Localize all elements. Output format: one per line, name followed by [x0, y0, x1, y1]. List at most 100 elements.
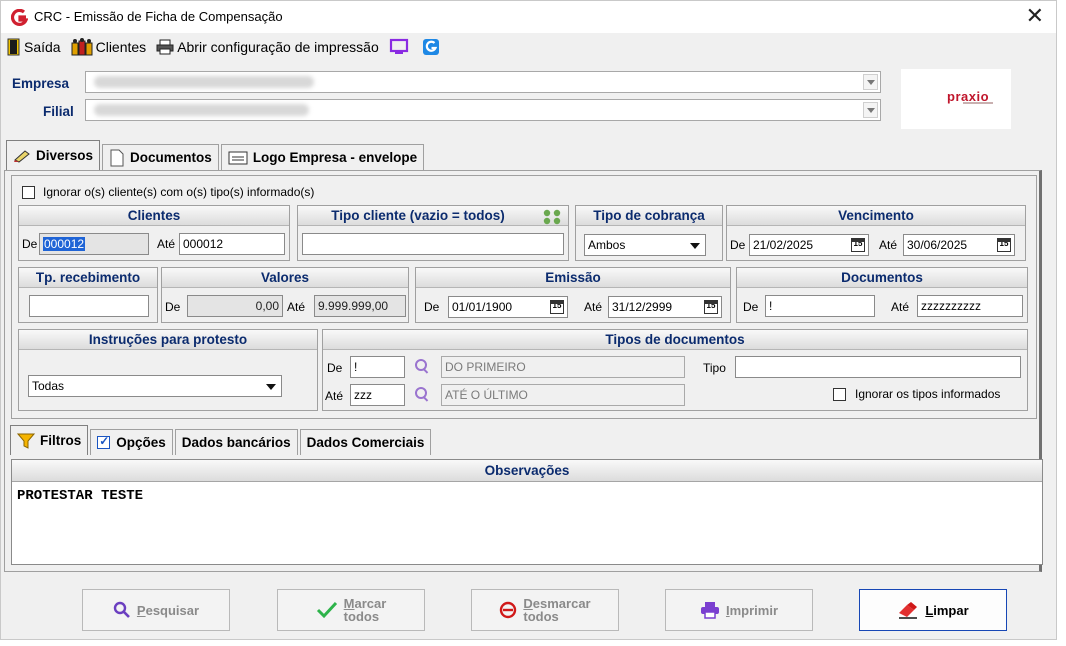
tab-diversos[interactable]: Diversos	[6, 140, 101, 170]
g-app-button[interactable]	[422, 38, 443, 56]
print-config-button[interactable]: Abrir configuração de impressão	[156, 39, 379, 55]
tipos-documentos-group: Tipos de documentos De ! DO PRIMEIRO Até…	[322, 329, 1028, 411]
valores-de-input[interactable]: 0,00	[187, 295, 283, 317]
tipo-cobranca-select[interactable]: Ambos	[584, 234, 706, 256]
tab-label: Dados Comerciais	[306, 435, 425, 450]
tipo-cliente-title: Tipo cliente (vazio = todos)	[331, 208, 505, 223]
desmarcar-todos-button[interactable]: Desmarcar todos	[471, 589, 619, 631]
tab-opcoes[interactable]: Opções	[90, 429, 173, 455]
exit-door-icon	[7, 38, 20, 56]
emissao-ate-label: Até	[584, 300, 603, 314]
printer-icon	[700, 602, 719, 619]
top-tab-bar: Diversos Documentos Logo Empresa - envel…	[6, 140, 426, 170]
valores-header: Valores	[162, 268, 408, 288]
clientes-de-value: 000012	[43, 237, 86, 251]
chevron-down-icon[interactable]	[863, 102, 878, 118]
ignore-types-checkbox[interactable]	[833, 388, 846, 401]
exit-label: Saída	[24, 39, 61, 55]
desmarcar-todos-label: Desmarcar todos	[523, 596, 591, 624]
emissao-ate-input[interactable]: 31/12/2999 15	[608, 296, 722, 318]
exit-button[interactable]: Saída	[7, 38, 61, 56]
documentos-header: Documentos	[737, 268, 1027, 288]
marcar-todos-label: Marcar todos	[343, 596, 387, 624]
imprimir-button[interactable]: Imprimir	[665, 589, 813, 631]
tab-filtros[interactable]: Filtros	[10, 425, 89, 455]
tab-dados-comerciais[interactable]: Dados Comerciais	[299, 429, 432, 455]
instrucoes-header: Instruções para protesto	[19, 330, 317, 350]
clientes-de-input[interactable]: 000012	[39, 233, 149, 255]
calendar-icon[interactable]: 15	[851, 238, 865, 252]
close-icon[interactable]: ✕	[1026, 4, 1044, 28]
tipo-cliente-group: Tipo cliente (vazio = todos)	[297, 205, 569, 261]
window-title: CRC - Emissão de Ficha de Compensação	[34, 9, 283, 24]
g-logo-icon	[422, 39, 439, 55]
clientes-group: Clientes De 000012 Até 000012	[18, 205, 290, 261]
filial-blurred-value	[94, 104, 309, 116]
emissao-de-input[interactable]: 01/01/1900 15	[448, 296, 568, 318]
documentos-de-input[interactable]: !	[765, 295, 875, 317]
tipos-ate-description: ATÉ O ÚLTIMO	[441, 384, 685, 406]
documentos-group: Documentos De ! Até zzzzzzzzzz	[736, 267, 1028, 323]
tipo-cliente-header: Tipo cliente (vazio = todos)	[298, 206, 568, 226]
chevron-down-icon[interactable]	[687, 237, 703, 253]
tab-documentos[interactable]: Documentos	[102, 144, 219, 170]
tp-recebimento-input[interactable]	[29, 295, 149, 317]
documentos-ate-label: Até	[891, 300, 910, 314]
monitor-icon	[389, 38, 408, 54]
eraser-icon	[899, 602, 918, 619]
pesquisar-button[interactable]: Pesquisar	[82, 589, 230, 631]
calendar-icon[interactable]: 15	[704, 300, 718, 314]
limpar-button[interactable]: Limpar	[859, 589, 1007, 631]
ignore-clients-checkbox[interactable]	[22, 186, 35, 199]
app-logo-icon	[11, 9, 28, 26]
imprimir-label: Imprimir	[725, 602, 779, 618]
tipo-cobranca-header: Tipo de cobrança	[576, 206, 722, 226]
tab-label: Diversos	[36, 148, 94, 163]
observacoes-panel[interactable]: Observações PROTESTAR TESTE	[11, 459, 1043, 565]
filial-select[interactable]	[85, 99, 881, 121]
empresa-select[interactable]	[85, 71, 881, 93]
tipos-de-input[interactable]: !	[350, 356, 405, 378]
empresa-blurred-value	[94, 76, 314, 88]
tipos-ate-input[interactable]: zzz	[350, 384, 405, 406]
tab-dados-bancarios[interactable]: Dados bancários	[174, 429, 298, 455]
title-bar: CRC - Emissão de Ficha de Compensação ✕	[1, 1, 1056, 33]
clients-icon	[71, 38, 93, 56]
vencimento-ate-input[interactable]: 30/06/2025 15	[903, 234, 1015, 256]
valores-ate-input[interactable]: 9.999.999,00	[314, 295, 406, 317]
main-window: CRC - Emissão de Ficha de Compensação ✕ …	[0, 0, 1057, 640]
tab-logo-empresa-envelope[interactable]: Logo Empresa - envelope	[220, 144, 425, 170]
search-icon[interactable]	[415, 387, 429, 401]
search-icon[interactable]	[415, 359, 429, 373]
pesquisar-label: Pesquisar	[136, 602, 200, 618]
emissao-ate-value: 31/12/2999	[612, 300, 673, 314]
chevron-down-icon[interactable]	[863, 74, 878, 90]
calendar-icon[interactable]: 15	[550, 300, 564, 314]
observacoes-text[interactable]: PROTESTAR TESTE	[17, 488, 143, 504]
documentos-ate-input[interactable]: zzzzzzzzzz	[917, 295, 1023, 317]
limpar-label: Limpar	[925, 602, 969, 618]
vencimento-de-input[interactable]: 21/02/2025 15	[749, 234, 869, 256]
tipo-cliente-input[interactable]	[302, 233, 564, 255]
clientes-ate-input[interactable]: 000012	[179, 233, 285, 255]
print-config-label: Abrir configuração de impressão	[177, 39, 379, 55]
clients-button[interactable]: Clientes	[71, 38, 146, 56]
vencimento-ate-value: 30/06/2025	[907, 238, 968, 252]
vencimento-header: Vencimento	[727, 206, 1025, 226]
tipo-cobranca-group: Tipo de cobrança Ambos	[575, 205, 723, 261]
instrucoes-select[interactable]: Todas	[28, 375, 282, 397]
monitor-button[interactable]	[389, 38, 412, 56]
marcar-todos-button[interactable]: Marcar todos	[277, 589, 425, 631]
chevron-down-icon[interactable]	[263, 378, 279, 394]
tipos-de-description: DO PRIMEIRO	[441, 356, 685, 378]
valores-ate-label: Até	[287, 300, 306, 314]
documentos-de-label: De	[743, 300, 759, 314]
filtros-panel: Ignorar o(s) cliente(s) com o(s) tipo(s)…	[11, 175, 1037, 419]
emissao-de-value: 01/01/1900	[452, 300, 513, 314]
multi-select-icon[interactable]	[541, 208, 563, 226]
calendar-icon[interactable]: 15	[997, 238, 1011, 252]
pencil-icon	[14, 149, 30, 163]
tab-label: Documentos	[130, 150, 212, 165]
tipos-tipo-input[interactable]	[735, 356, 1021, 378]
tab-label: Logo Empresa - envelope	[252, 150, 418, 165]
